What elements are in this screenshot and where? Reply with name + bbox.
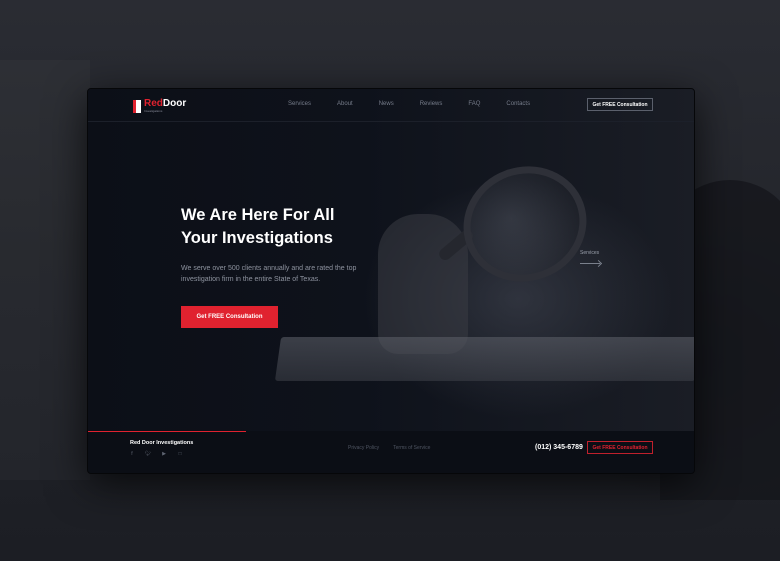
hero-background <box>88 89 694 431</box>
site-footer: Red Door Investigations f 🐦︎ ▶ □ Privacy… <box>88 431 694 473</box>
footer-brand: Red Door Investigations <box>130 440 194 446</box>
hero-title-line1: We Are Here For All <box>181 206 335 224</box>
privacy-policy-link[interactable]: Privacy Policy <box>348 445 379 451</box>
footer-links: Privacy Policy Terms of Service <box>348 445 444 451</box>
side-services-link[interactable]: Services <box>580 250 599 256</box>
footer-consultation-button[interactable]: Get FREE Consultation <box>587 441 653 454</box>
facebook-icon[interactable]: f <box>129 451 135 457</box>
nav-link-about[interactable]: About <box>337 101 353 107</box>
hero-title-line2: Your Investigations <box>181 229 333 247</box>
arrow-right-icon[interactable] <box>580 263 600 264</box>
twitter-icon[interactable]: 🐦︎ <box>145 451 151 457</box>
website-preview-frame: RedDoor Investigations Services About Ne… <box>87 88 695 474</box>
header-consultation-button[interactable]: Get FREE Consultation <box>587 98 653 111</box>
logo-name: RedDoor <box>144 99 186 109</box>
nav-links: Services About News Reviews FAQ Contacts <box>288 101 556 107</box>
footer-phone[interactable]: (012) 345-6789 <box>535 444 583 451</box>
magnifying-glass-image <box>447 149 603 299</box>
backdrop-blur-shape <box>0 60 90 480</box>
nav-link-services[interactable]: Services <box>288 101 311 107</box>
hero-title: We Are Here For All Your Investigations <box>181 204 401 250</box>
door-logo-icon <box>133 99 141 113</box>
footer-accent-line <box>88 431 246 432</box>
social-links: f 🐦︎ ▶ □ <box>129 451 193 457</box>
instagram-icon[interactable]: □ <box>177 451 183 457</box>
nav-link-faq[interactable]: FAQ <box>468 101 480 107</box>
youtube-icon[interactable]: ▶ <box>161 451 167 457</box>
logo-name-white: Door <box>162 98 187 109</box>
nav-link-news[interactable]: News <box>379 101 394 107</box>
hero-description: We serve over 500 clients annually and a… <box>181 265 357 283</box>
hero-consultation-button[interactable]: Get FREE Consultation <box>181 306 278 328</box>
top-navigation: RedDoor Investigations Services About Ne… <box>88 89 694 122</box>
site-logo[interactable]: RedDoor Investigations <box>133 99 186 113</box>
logo-name-red: Red <box>144 98 163 109</box>
logo-subtitle: Investigations <box>144 109 163 113</box>
nav-link-contacts[interactable]: Contacts <box>506 101 530 107</box>
nav-link-reviews[interactable]: Reviews <box>420 101 443 107</box>
terms-of-service-link[interactable]: Terms of Service <box>393 445 430 451</box>
logo-text: RedDoor Investigations <box>144 99 186 113</box>
hero-tablet-image <box>274 337 694 381</box>
